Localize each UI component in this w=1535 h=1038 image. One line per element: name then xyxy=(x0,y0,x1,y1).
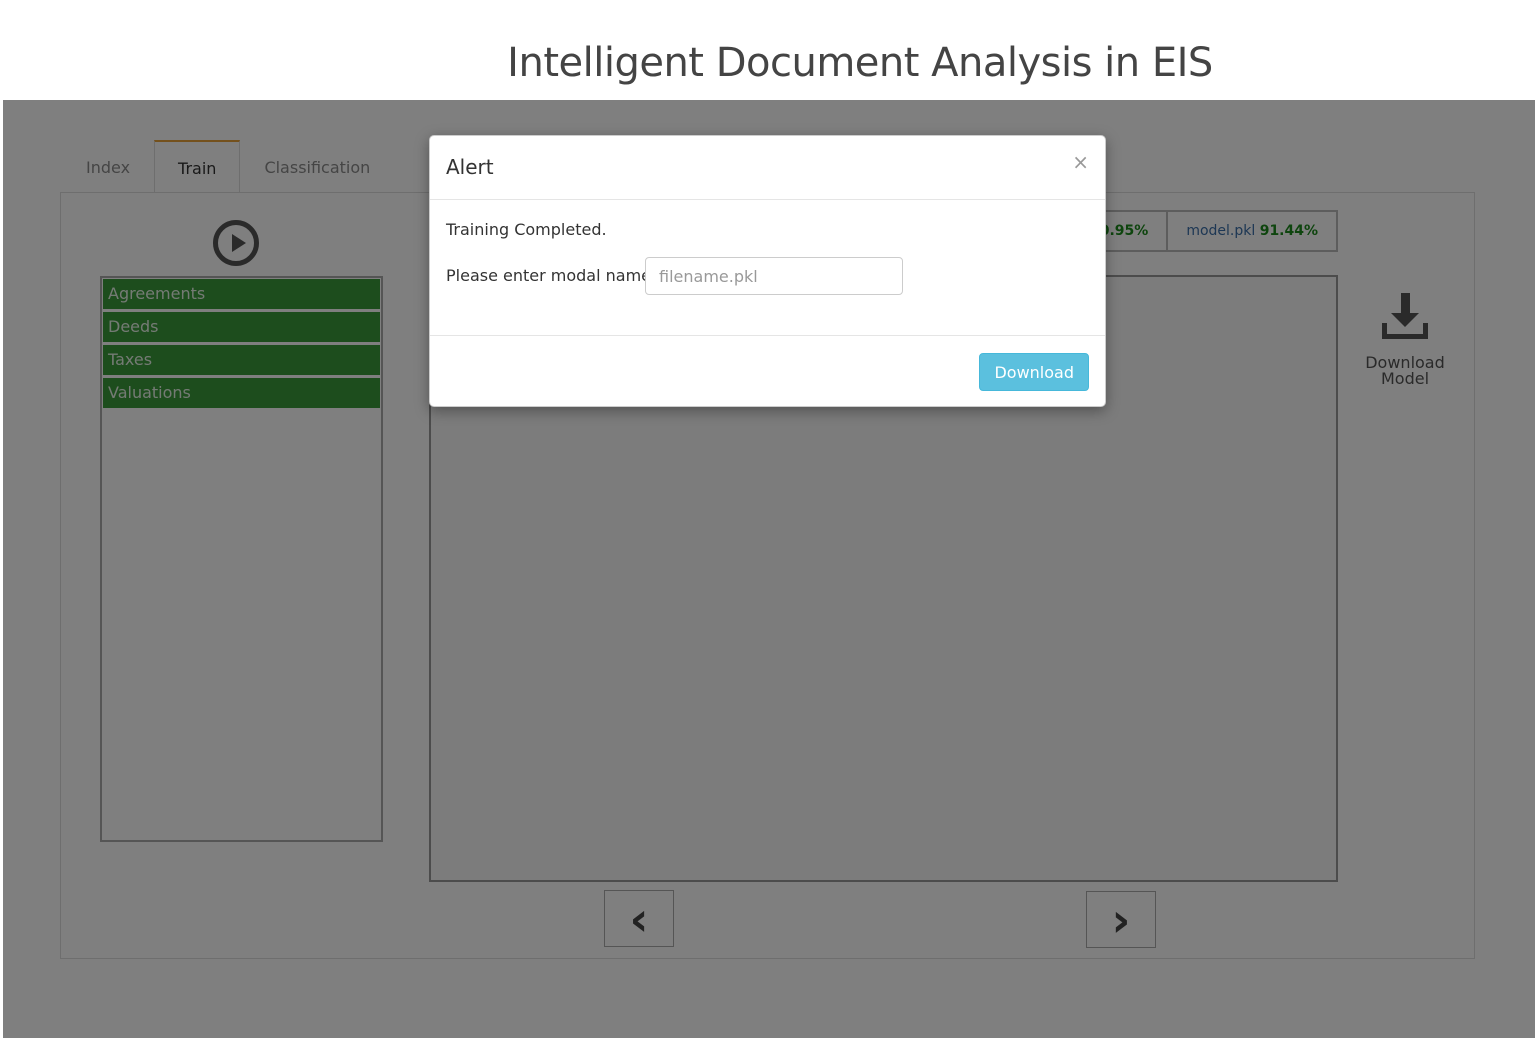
download-button[interactable]: Download xyxy=(979,353,1089,391)
modal-body: Training Completed. Please enter modal n… xyxy=(430,200,1105,336)
page-title: Intelligent Document Analysis in EIS xyxy=(507,40,1213,86)
modal-message: Training Completed. xyxy=(446,220,607,239)
alert-modal: Alert × Training Completed. Please enter… xyxy=(429,135,1106,407)
modal-title: Alert xyxy=(446,155,494,179)
model-name-label: Please enter modal name : xyxy=(446,266,662,285)
close-icon[interactable]: × xyxy=(1072,150,1089,174)
page: Intelligent Document Analysis in EIS Ind… xyxy=(0,0,1535,1038)
modal-footer: Download xyxy=(430,336,1105,406)
modal-header: Alert × xyxy=(430,136,1105,200)
model-name-input[interactable] xyxy=(645,257,903,295)
